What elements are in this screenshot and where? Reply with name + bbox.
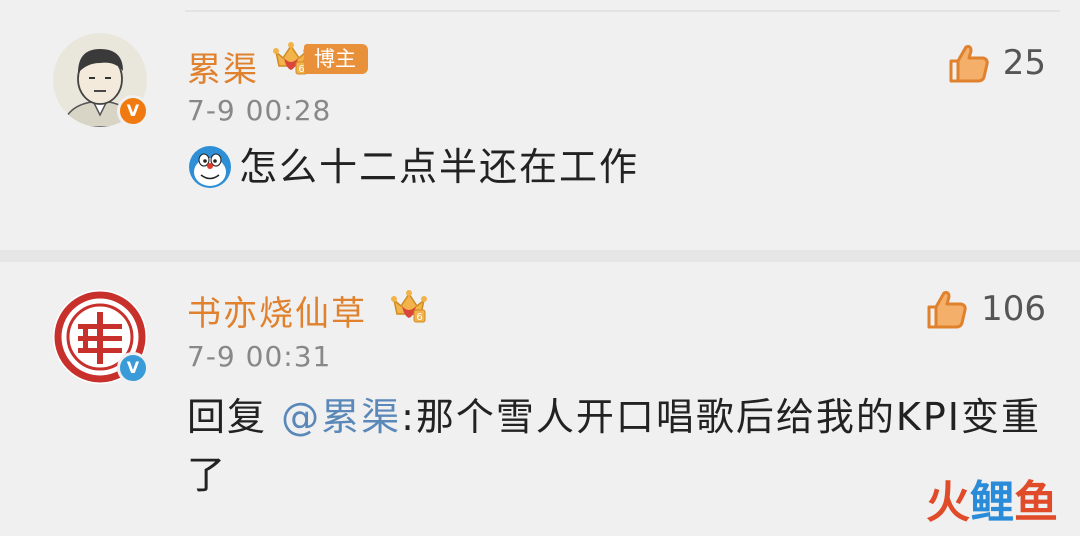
comment-text: 怎么十二点半还在工作 bbox=[239, 145, 640, 189]
thumbs-up-icon bbox=[949, 45, 989, 83]
comment-content: 回复 @累渠:那个雪人开口唱歌后给我的KPI变重了 bbox=[187, 388, 1047, 504]
like-button[interactable]: 25 bbox=[947, 38, 1046, 88]
section-divider bbox=[0, 250, 1080, 262]
verified-badge-icon: V bbox=[117, 352, 149, 384]
comment-item: V 书亦烧仙草 6 7-9 00:31 106 回复 @累渠:那个雪人开口唱歌后… bbox=[0, 262, 1080, 536]
avatar[interactable]: V bbox=[53, 290, 149, 384]
comment-timestamp: 7-9 00:28 bbox=[187, 94, 332, 127]
reply-prefix: 回复 bbox=[187, 395, 268, 439]
like-count: 25 bbox=[1002, 43, 1046, 83]
watermark-char: 鱼 bbox=[1014, 477, 1058, 528]
like-button[interactable]: 106 bbox=[925, 284, 1046, 334]
watermark-char: 鲤 bbox=[970, 477, 1014, 528]
comment-list: V 累渠 6 博主 7-9 00:28 25 怎么十二点半还在工作 V 书亦烧仙… bbox=[0, 0, 1080, 536]
watermark-logo: 火 鲤 鱼 bbox=[926, 466, 1058, 530]
watermark-char: 火 bbox=[926, 477, 970, 528]
comment-timestamp: 7-9 00:31 bbox=[187, 340, 332, 373]
comment-item: V 累渠 6 博主 7-9 00:28 25 怎么十二点半还在工作 bbox=[0, 0, 1080, 250]
mention-link[interactable]: @累渠 bbox=[281, 395, 401, 439]
comment-content: 怎么十二点半还在工作 bbox=[187, 138, 639, 196]
avatar[interactable]: V bbox=[53, 33, 149, 127]
blogger-tag: 博主 bbox=[304, 44, 368, 74]
doraemon-emoji-icon bbox=[189, 146, 231, 188]
username[interactable]: 书亦烧仙草 bbox=[187, 286, 367, 335]
verified-badge-icon: V bbox=[117, 95, 149, 127]
username[interactable]: 累渠 bbox=[187, 42, 259, 91]
svg-text:6: 6 bbox=[416, 312, 422, 323]
thumbs-up-icon bbox=[927, 291, 967, 329]
like-count: 106 bbox=[981, 289, 1046, 329]
crown-icon: 6 bbox=[391, 290, 427, 323]
